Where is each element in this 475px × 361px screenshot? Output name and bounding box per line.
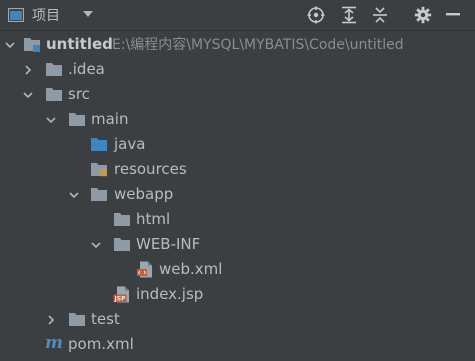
chevron-down-icon[interactable] [45, 114, 57, 126]
folder-icon [46, 88, 62, 101]
tree-item-label: index.jsp [136, 285, 204, 303]
tree-item-label: html [136, 210, 171, 228]
tree-item-label: test [91, 310, 120, 328]
tree-item-label: main [91, 110, 129, 128]
gear-icon [414, 6, 432, 24]
folder-icon [91, 188, 107, 201]
project-toolbar: 项目 [0, 0, 475, 31]
panel-icon [8, 8, 24, 22]
tree-item-idea[interactable]: .idea [0, 57, 475, 82]
locate-icon [307, 6, 325, 24]
tree-item-index-jsp[interactable]: JSP index.jsp [0, 282, 475, 307]
xml-file-icon [137, 261, 152, 278]
source-folder-icon [91, 138, 107, 151]
tree-item-label: webapp [114, 185, 174, 203]
tree-item-label: resources [114, 160, 187, 178]
tree-item-resources[interactable]: resources [0, 157, 475, 182]
expand-all-button[interactable] [339, 5, 359, 25]
project-path: E:\编程内容\MYSQL\MYBATIS\Code\untitled [112, 37, 404, 53]
maven-icon: m [45, 333, 63, 353]
chevron-down-icon[interactable] [82, 10, 94, 19]
project-view-selector[interactable]: 项目 [8, 5, 60, 25]
tree-item-html[interactable]: html [0, 207, 475, 232]
chevron-down-icon[interactable] [4, 39, 16, 51]
chevron-right-icon[interactable] [45, 314, 57, 326]
tree-item-src[interactable]: src [0, 82, 475, 107]
tree-item-label: java [114, 135, 146, 153]
hide-icon [446, 13, 460, 16]
collapse-all-icon [373, 7, 387, 23]
resources-folder-icon [91, 163, 107, 177]
tree-item-untitled[interactable]: untitled E:\编程内容\MYSQL\MYBATIS\Code\unti… [0, 32, 475, 57]
folder-icon [46, 63, 62, 76]
module-folder-icon [24, 38, 40, 52]
tree-item-label: pom.xml [68, 335, 134, 353]
tree-item-main[interactable]: main [0, 107, 475, 132]
folder-icon [69, 313, 85, 326]
chevron-down-icon[interactable] [68, 189, 80, 201]
tree-item-webapp[interactable]: webapp [0, 182, 475, 207]
tree-item-java[interactable]: java [0, 132, 475, 157]
chevron-down-icon[interactable] [90, 239, 102, 251]
tree-item-web-inf[interactable]: WEB-INF [0, 232, 475, 257]
jsp-file-icon: JSP [113, 286, 129, 303]
svg-text:JSP: JSP [114, 296, 127, 303]
hide-button[interactable] [443, 5, 463, 25]
collapse-all-button[interactable] [370, 5, 390, 25]
toolbar-title: 项目 [32, 8, 60, 24]
tree-item-label: web.xml [159, 260, 223, 278]
expand-all-icon [342, 6, 356, 24]
tree-item-test[interactable]: test [0, 307, 475, 332]
folder-icon [69, 113, 85, 126]
folder-icon [114, 238, 130, 251]
chevron-down-icon[interactable] [22, 89, 34, 101]
tree-item-pom-xml[interactable]: m pom.xml [0, 332, 475, 357]
settings-button[interactable] [413, 5, 433, 25]
tree-item-label: .idea [68, 60, 105, 78]
chevron-right-icon[interactable] [22, 64, 34, 76]
locate-button[interactable] [306, 5, 326, 25]
tree-item-web-xml[interactable]: web.xml [0, 257, 475, 282]
tree-item-label: WEB-INF [136, 235, 201, 253]
tree-item-label: src [68, 85, 90, 103]
tree-item-label: untitled [46, 35, 113, 53]
folder-icon [114, 213, 130, 226]
